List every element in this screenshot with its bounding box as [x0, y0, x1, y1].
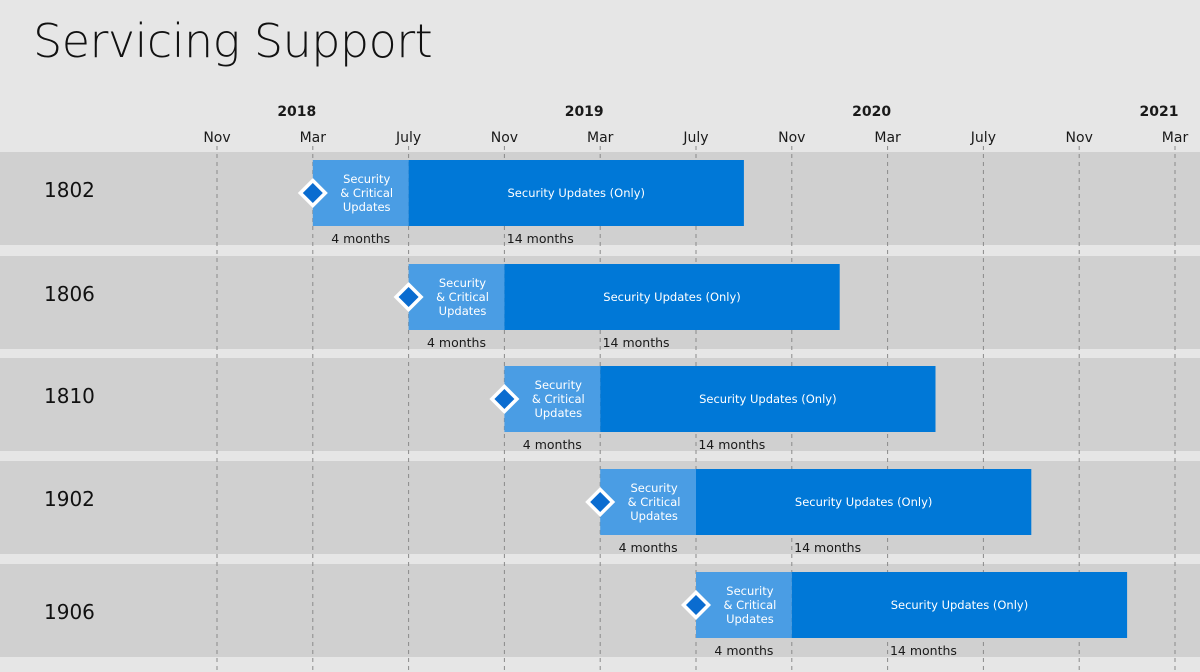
duration-label: 4 months — [619, 540, 678, 555]
bar-label: Security — [343, 172, 390, 186]
duration-label: 4 months — [427, 335, 486, 350]
bar-label: Security Updates (Only) — [699, 392, 837, 406]
tick-label: July — [395, 130, 421, 146]
tick-label: Mar — [874, 130, 901, 146]
row-label: 1810 — [44, 384, 95, 408]
row-label: 1902 — [44, 487, 95, 511]
bar-label: Updates — [343, 200, 391, 214]
row-label: 1802 — [44, 178, 95, 202]
tick-label: Mar — [587, 130, 614, 146]
duration-label: 14 months — [603, 335, 670, 350]
bar-label: & Critical — [723, 598, 776, 612]
tick-label: Nov — [1066, 130, 1093, 146]
bar-label: Updates — [534, 406, 582, 420]
bar-label: & Critical — [532, 392, 585, 406]
year-label: 2019 — [565, 104, 604, 120]
bar-label: Security Updates (Only) — [508, 186, 646, 200]
duration-label: 14 months — [507, 231, 574, 246]
duration-label: 4 months — [523, 437, 582, 452]
bar-label: Updates — [439, 304, 487, 318]
tick-label: Nov — [778, 130, 805, 146]
bar-label: Security Updates (Only) — [603, 290, 741, 304]
bar-label: Updates — [726, 612, 774, 626]
tick-label: Mar — [300, 130, 327, 146]
bar-label: & Critical — [628, 495, 681, 509]
tick-label: Nov — [491, 130, 518, 146]
tick-label: Nov — [203, 130, 230, 146]
year-label: 2020 — [852, 104, 891, 120]
row-label: 1906 — [44, 600, 95, 624]
bar-label: Security — [726, 584, 773, 598]
gantt-chart: Nov Mar July Nov Mar July Nov Mar July Nov Mar 2018… — [0, 104, 1200, 672]
bar-label: Security — [630, 481, 677, 495]
duration-label: 14 months — [794, 540, 861, 555]
bar-label: & Critical — [340, 186, 393, 200]
duration-label: 14 months — [698, 437, 765, 452]
duration-label: 4 months — [331, 231, 390, 246]
bar-label: Security — [439, 276, 486, 290]
year-label: 2021 — [1140, 104, 1179, 120]
duration-label: 4 months — [714, 643, 773, 658]
tick-label: July — [682, 130, 708, 146]
row-label: 1806 — [44, 282, 95, 306]
bar-label: Security Updates (Only) — [891, 598, 1029, 612]
year-label: 2018 — [277, 104, 316, 120]
bar-label: Security Updates (Only) — [795, 495, 933, 509]
bar-label: & Critical — [436, 290, 489, 304]
tick-label: July — [970, 130, 996, 146]
bar-label: Security — [535, 378, 582, 392]
bar-label: Updates — [630, 509, 678, 523]
tick-label: Mar — [1162, 130, 1189, 146]
duration-label: 14 months — [890, 643, 957, 658]
